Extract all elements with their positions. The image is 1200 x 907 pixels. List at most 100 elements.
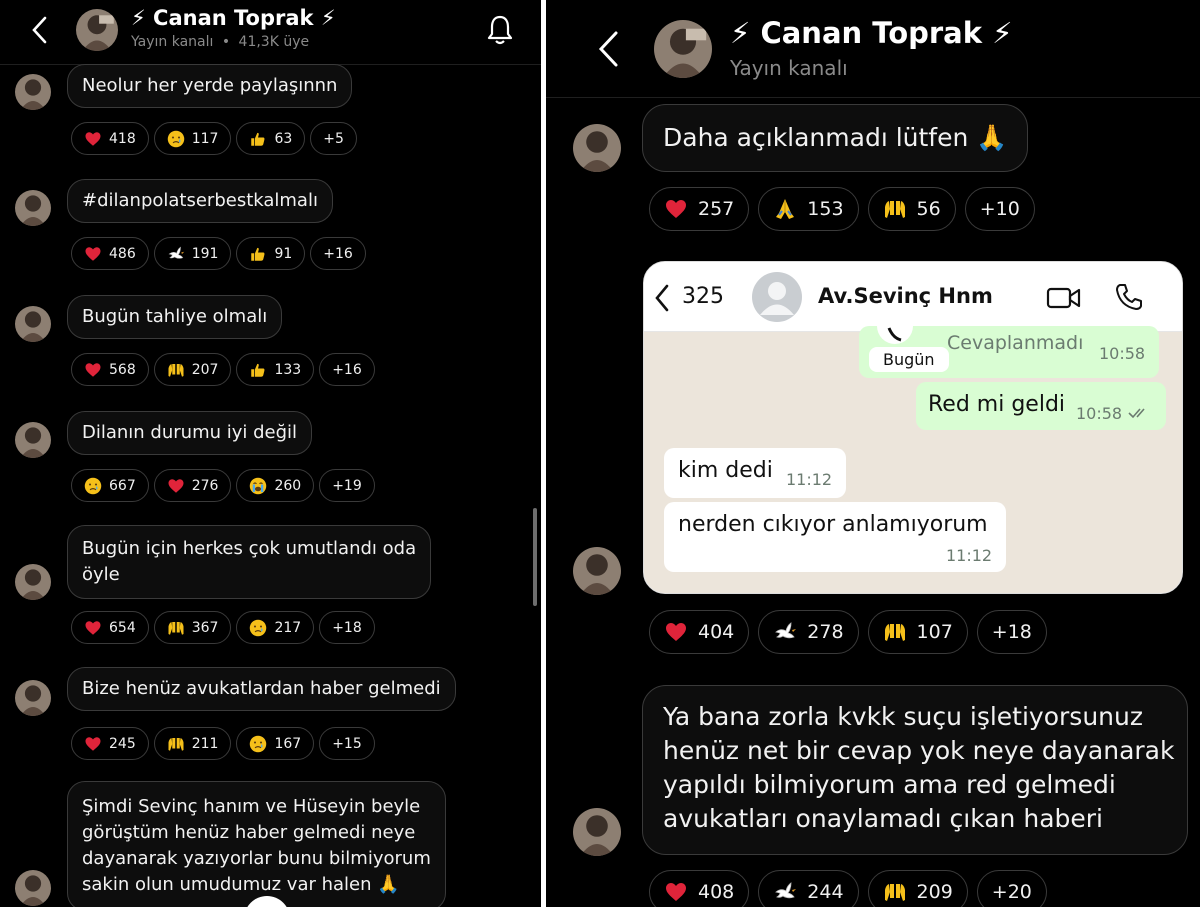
reaction-chip[interactable]: 207 [153, 353, 232, 386]
right-channel-view: ⚡ Canan Toprak ⚡ Yayın kanalı Daha açıkl… [546, 0, 1200, 907]
image-attachment[interactable]: 325 Av.Sevinç Hnm Cevaplanmadı 10:58 Bug… [643, 261, 1183, 594]
message-bubble[interactable]: Bugün tahliye olmalı [67, 295, 283, 339]
reaction-chip[interactable]: 91 [236, 237, 306, 270]
channel-avatar[interactable] [654, 20, 712, 78]
reaction-count: 257 [698, 198, 735, 220]
notifications-button[interactable] [486, 14, 514, 50]
crying-face-icon [249, 619, 267, 637]
channel-header: ⚡ Canan Toprak ⚡ Yayın kanalı [546, 0, 1200, 98]
date-chip: Bugün [869, 347, 949, 372]
reaction-count: +10 [979, 198, 1020, 220]
incoming-time: 11:12 [786, 470, 833, 489]
incoming-message: kim dedi 11:12 [664, 448, 846, 498]
reaction-chip[interactable]: 367 [153, 611, 232, 644]
reaction-count: 153 [807, 198, 844, 220]
reaction-chip[interactable]: 107 [867, 610, 968, 654]
back-button[interactable] [30, 16, 50, 44]
video-call-icon [1046, 287, 1081, 309]
reaction-chip[interactable]: 276 [153, 469, 232, 502]
reaction-count: 404 [698, 621, 735, 643]
reaction-bar: 568 207 133 +16 [71, 353, 380, 386]
reaction-chip[interactable]: 667 [71, 469, 149, 502]
reaction-chip[interactable]: 260 [236, 469, 315, 502]
reaction-chip[interactable]: 245 [71, 727, 149, 760]
message-text: avukatları onaylamadı çıkan haberi [663, 804, 1103, 833]
reaction-chip[interactable]: 117 [153, 122, 232, 155]
message-bubble[interactable]: Bize henüz avukatlardan haber gelmedi [67, 667, 456, 711]
message-bubble[interactable]: Şimdi Sevinç hanım ve Hüseyin beyle görüş… [67, 781, 446, 907]
more-reactions-chip[interactable]: +16 [310, 237, 366, 270]
reaction-chip[interactable]: 568 [71, 353, 149, 386]
more-reactions-chip[interactable]: +19 [319, 469, 375, 502]
message-text: henüz net bir cevap yok neye dayanarak [663, 736, 1175, 765]
incoming-text: kim dedi [678, 458, 773, 483]
more-reactions-chip[interactable]: +10 [964, 187, 1035, 231]
channel-subtitle: Yayın kanalı • 41,3K üye [131, 34, 309, 50]
more-reactions-chip[interactable]: +18 [319, 611, 375, 644]
missed-call-label: Cevaplanmadı [947, 332, 1084, 354]
reaction-chip[interactable]: 167 [236, 727, 315, 760]
message-bubble[interactable]: Dilanın durumu iyi değil [67, 411, 313, 455]
chevron-left-icon [598, 31, 618, 67]
heart-icon [84, 735, 102, 753]
reaction-chip[interactable]: 56 [867, 187, 956, 231]
message-text: #dilanpolatserbestkalmalı [82, 190, 318, 211]
reaction-chip[interactable]: 211 [153, 727, 232, 760]
channel-title[interactable]: ⚡ Canan Toprak ⚡ [730, 16, 1013, 50]
reaction-count: 278 [807, 621, 844, 643]
reaction-chip[interactable]: 654 [71, 611, 149, 644]
reaction-chip[interactable]: 486 [71, 237, 149, 270]
message-bubble[interactable]: #dilanpolatserbestkalmalı [67, 179, 333, 223]
back-button[interactable] [596, 30, 620, 68]
reaction-chip[interactable]: 257 [649, 187, 750, 231]
message-text: yapıldı bilmiyorum ama red gelmedi [663, 770, 1116, 799]
more-reactions-chip[interactable]: +15 [319, 727, 375, 760]
message-bubble[interactable]: Bugün için herkes çok umutlandı oda öyle [67, 525, 432, 599]
message-bubble[interactable]: Ya bana zorla kvkk suçu işletiyorsunuz he… [642, 685, 1188, 855]
heart-icon [664, 197, 688, 221]
reaction-chip[interactable]: 244 [758, 870, 859, 907]
raised-hands-icon [883, 620, 907, 644]
message-text: Bugün için herkes çok umutlandı oda [82, 538, 417, 559]
dove-icon [773, 620, 797, 644]
reaction-count: 191 [191, 245, 219, 262]
more-reactions-chip[interactable]: +5 [310, 122, 357, 155]
missed-call-icon [877, 326, 913, 344]
reaction-chip[interactable]: 63 [236, 122, 306, 155]
reaction-chip[interactable]: 278 [758, 610, 859, 654]
message-text: Bize henüz avukatlardan haber gelmedi [82, 678, 441, 699]
more-reactions-chip[interactable]: +20 [976, 870, 1047, 907]
more-reactions-chip[interactable]: +18 [976, 610, 1047, 654]
reaction-count: 207 [191, 361, 219, 378]
scrollbar[interactable] [533, 508, 537, 606]
message-text: görüştüm henüz haber gelmedi neye [82, 822, 416, 843]
reaction-chip[interactable]: 408 [649, 870, 750, 907]
sender-avatar [15, 306, 51, 342]
reaction-count: 260 [274, 477, 302, 494]
reaction-chip[interactable]: 418 [71, 122, 149, 155]
reaction-chip[interactable]: 217 [236, 611, 315, 644]
crying-face-icon [84, 477, 102, 495]
channel-header: ⚡ Canan Toprak ⚡ Yayın kanalı • 41,3K üy… [0, 0, 541, 65]
reaction-chip[interactable]: 404 [649, 610, 750, 654]
reaction-count: +16 [332, 361, 362, 378]
reaction-chip[interactable]: 153 [758, 187, 859, 231]
reaction-bar: 404 278 107 +18 [649, 610, 1056, 654]
reaction-chip[interactable]: 191 [153, 237, 232, 270]
reaction-count: 209 [916, 881, 953, 903]
reaction-chip[interactable]: 133 [236, 353, 315, 386]
message-bubble[interactable]: Daha açıklanmadı lütfen 🙏 [642, 104, 1029, 172]
unread-count: 325 [682, 284, 724, 309]
outgoing-text: Red mi geldi [928, 392, 1066, 417]
reaction-chip[interactable]: 209 [867, 870, 968, 907]
reaction-count: +18 [332, 619, 362, 636]
reaction-bar: 257 153 56 +10 [649, 187, 1044, 231]
chevron-left-icon [32, 16, 47, 44]
dove-icon [167, 245, 185, 263]
message-text: sakin olun umudumuz var halen 🙏 [82, 874, 400, 895]
channel-title[interactable]: ⚡ Canan Toprak ⚡ [131, 6, 336, 30]
channel-avatar[interactable] [76, 9, 118, 51]
more-reactions-chip[interactable]: +16 [319, 353, 375, 386]
message-bubble[interactable]: Neolur her yerde paylaşınnn [67, 64, 353, 108]
outgoing-time: 10:58 [1076, 404, 1123, 423]
